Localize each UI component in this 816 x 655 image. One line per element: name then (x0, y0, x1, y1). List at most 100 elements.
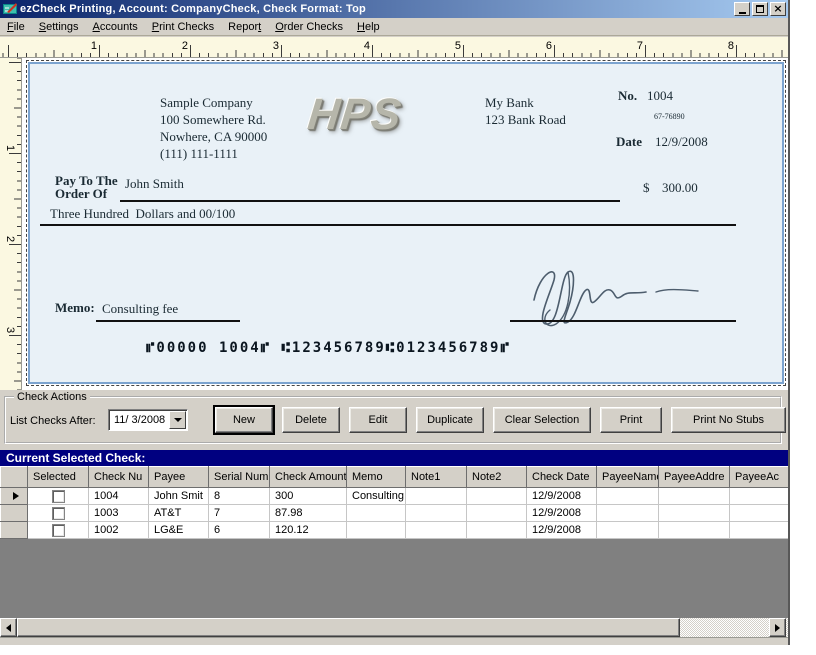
grid-cell[interactable] (596, 487, 659, 505)
grid-column-header[interactable]: PayeeName (596, 466, 659, 488)
grid-selector-header[interactable] (0, 466, 28, 488)
row-checkbox[interactable] (51, 490, 65, 503)
row-selector[interactable] (0, 504, 28, 522)
grid-cell[interactable]: 12/9/2008 (526, 504, 597, 522)
grid-cell[interactable]: 87.98 (269, 504, 347, 522)
row-checkbox[interactable] (51, 524, 65, 537)
bank-fraction: 67-76890 (654, 112, 685, 121)
check-no-label: No. (618, 88, 638, 103)
table-row[interactable]: 1002 LG&E 6 120.12 12/9/2008 (0, 521, 788, 539)
print-no-stubs-button[interactable]: Print No Stubs (671, 407, 786, 433)
memo-value: Consulting fee (102, 301, 179, 316)
grid-cell[interactable] (466, 521, 527, 539)
check-actions-label: Check Actions (14, 391, 90, 403)
title-bar[interactable]: ezCheck Printing, Account: CompanyCheck,… (0, 0, 788, 18)
grid-column-header[interactable]: Note2 (466, 466, 527, 488)
grid-cell[interactable] (466, 487, 527, 505)
row-selector[interactable] (0, 521, 28, 539)
date-label: Date (616, 134, 642, 149)
grid-cell[interactable]: 12/9/2008 (526, 521, 597, 539)
grid-cell[interactable]: John Smit (148, 487, 209, 505)
minimize-icon (738, 11, 746, 14)
grid-cell[interactable]: 1003 (88, 504, 149, 522)
grid-cell[interactable] (596, 504, 659, 522)
grid-cell[interactable]: Consulting (346, 487, 406, 505)
grid-cell[interactable]: 1004 (88, 487, 149, 505)
grid-column-header[interactable]: Selected (27, 466, 89, 488)
grid-cell[interactable]: 300 (269, 487, 347, 505)
grid-column-header[interactable]: Note1 (405, 466, 467, 488)
grid-cell[interactable]: 7 (208, 504, 270, 522)
menu-print-checks[interactable]: Print Checks (145, 19, 221, 35)
grid-column-header[interactable]: PayeeAddre (658, 466, 730, 488)
grid-column-header[interactable]: Check Amount (269, 466, 347, 488)
grid-cell[interactable]: 120.12 (269, 521, 347, 539)
grid-cell[interactable] (466, 504, 527, 522)
ruler-number: 2 (181, 40, 188, 52)
horizontal-ruler: 1 2 3 4 5 6 7 8 (0, 37, 788, 58)
selected-cell[interactable] (27, 521, 89, 539)
minimize-button[interactable] (734, 2, 750, 16)
grid-cell[interactable] (729, 504, 788, 522)
grid-column-header[interactable]: Memo (346, 466, 406, 488)
grid-cell[interactable]: AT&T (148, 504, 209, 522)
scrollbar-thumb[interactable] (17, 618, 680, 637)
table-row[interactable]: 1003 AT&T 7 87.98 12/9/2008 (0, 504, 788, 522)
selected-cell[interactable] (27, 487, 89, 505)
delete-button[interactable]: Delete (282, 407, 340, 433)
grid-cell[interactable] (658, 521, 730, 539)
horizontal-scrollbar[interactable] (0, 618, 788, 637)
menu-file[interactable]: File (0, 19, 32, 35)
vertical-ruler: 1 2 3 (0, 58, 22, 390)
grid-cell[interactable]: 8 (208, 487, 270, 505)
signature-line (510, 320, 736, 322)
ruler-number: 2 (4, 235, 16, 243)
table-row[interactable]: 1004 John Smit 8 300 Consulting 12/9/2008 (0, 487, 788, 505)
menu-accounts[interactable]: Accounts (86, 19, 145, 35)
scroll-right-button[interactable] (769, 618, 786, 637)
grid-cell[interactable] (729, 487, 788, 505)
restore-button[interactable] (752, 2, 768, 16)
menu-order-checks[interactable]: Order Checks (268, 19, 350, 35)
row-selector[interactable] (0, 487, 28, 505)
grid-cell[interactable]: 6 (208, 521, 270, 539)
grid-cell[interactable] (729, 521, 788, 539)
menu-help[interactable]: Help (350, 19, 387, 35)
grid-cell[interactable] (658, 487, 730, 505)
datepicker-dropdown-button[interactable] (169, 411, 186, 429)
micr-line: ⑈00000 1004⑈ ⑆123456789⑆0123456789⑈ (146, 340, 511, 356)
grid-cell[interactable] (658, 504, 730, 522)
current-selected-check-header: Current Selected Check: (0, 450, 788, 466)
grid-cell[interactable] (405, 487, 467, 505)
ruler-number: 7 (636, 40, 643, 52)
grid-cell[interactable]: 12/9/2008 (526, 487, 597, 505)
row-checkbox[interactable] (51, 507, 65, 520)
checks-grid: Selected Check Nu Payee Serial Num Check Amo… (0, 466, 788, 618)
close-button[interactable]: × (770, 2, 786, 16)
grid-column-header[interactable]: Payee (148, 466, 209, 488)
menu-report[interactable]: Report (221, 19, 268, 35)
clear-selection-button[interactable]: Clear Selection (493, 407, 591, 433)
grid-column-header[interactable]: PayeeAc (729, 466, 788, 488)
menu-settings[interactable]: Settings (32, 19, 86, 35)
grid-cell[interactable] (346, 504, 406, 522)
edit-button[interactable]: Edit (349, 407, 407, 433)
grid-column-header[interactable]: Check Date (526, 466, 597, 488)
duplicate-button[interactable]: Duplicate (416, 407, 484, 433)
grid-cell[interactable]: 1002 (88, 521, 149, 539)
print-button[interactable]: Print (600, 407, 662, 433)
grid-cell[interactable] (596, 521, 659, 539)
company-city: Nowhere, CA 90000 (160, 129, 268, 144)
grid-cell[interactable]: LG&E (148, 521, 209, 539)
grid-column-header[interactable]: Check Nu (88, 466, 149, 488)
grid-cell[interactable] (405, 504, 467, 522)
check-preview[interactable]: Sample Company 100 Somewhere Rd. Nowhere… (28, 62, 784, 384)
grid-cell[interactable] (346, 521, 406, 539)
scroll-left-button[interactable] (0, 618, 17, 637)
triangle-left-icon (6, 623, 11, 632)
list-checks-after-datepicker[interactable]: 11/ 3/2008 (108, 409, 188, 431)
grid-column-header[interactable]: Serial Num (208, 466, 270, 488)
new-button[interactable]: New (213, 405, 275, 435)
grid-cell[interactable] (405, 521, 467, 539)
selected-cell[interactable] (27, 504, 89, 522)
